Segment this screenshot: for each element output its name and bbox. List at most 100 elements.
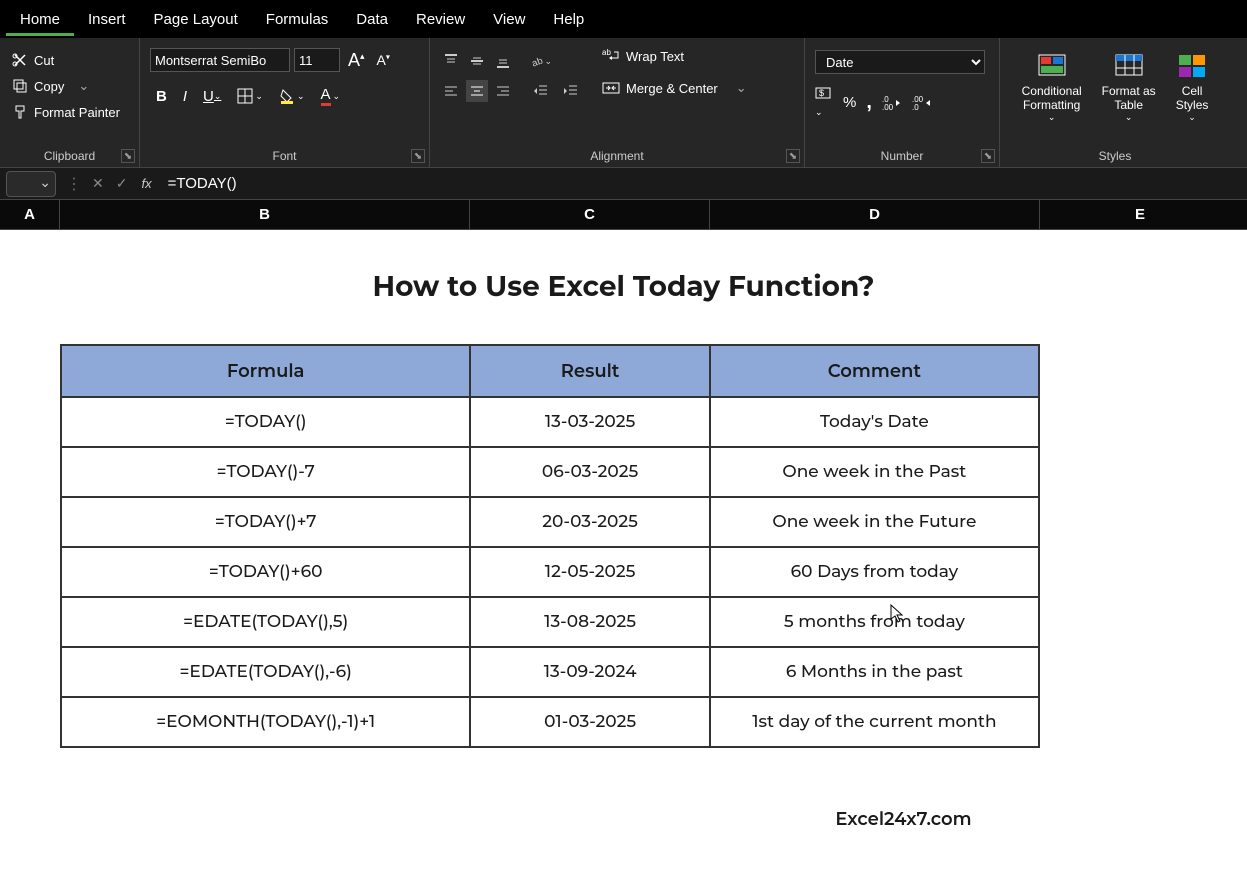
cell-formula[interactable]: =EDATE(TODAY(),-6) xyxy=(61,647,470,697)
align-center-icon[interactable] xyxy=(466,80,488,102)
align-bottom-icon[interactable] xyxy=(492,50,514,72)
sheet-content[interactable]: How to Use Excel Today Function? Formula… xyxy=(0,230,1247,830)
menu-view[interactable]: View xyxy=(479,3,539,36)
cell-result[interactable]: 13-03-2025 xyxy=(470,397,709,447)
formula-input[interactable]: =TODAY() xyxy=(160,175,1247,192)
col-header-a[interactable]: A xyxy=(0,200,60,229)
name-box[interactable] xyxy=(6,171,56,197)
align-middle-icon[interactable] xyxy=(466,50,488,72)
comma-button[interactable]: , xyxy=(866,91,872,114)
cell-result[interactable]: 12-05-2025 xyxy=(470,547,709,597)
cell-formula[interactable]: =TODAY()+60 xyxy=(61,547,470,597)
table-row: =TODAY()-706-03-2025One week in the Past xyxy=(61,447,1039,497)
watermark: Excel24x7.com xyxy=(0,808,1247,830)
align-top-icon[interactable] xyxy=(440,50,462,72)
font-size-select[interactable] xyxy=(294,48,340,72)
cell-formula[interactable]: =TODAY()+7 xyxy=(61,497,470,547)
number-expand-icon[interactable]: ⬊ xyxy=(981,149,995,163)
ribbon-group-styles: Conditional Formatting ⌄ Format as Table… xyxy=(1000,38,1230,167)
decrease-decimal-icon[interactable]: .00.0 xyxy=(912,95,932,111)
font-name-select[interactable] xyxy=(150,48,290,72)
menu-formulas[interactable]: Formulas xyxy=(252,3,343,36)
wrap-text-icon: ab xyxy=(602,48,620,64)
font-expand-icon[interactable]: ⬊ xyxy=(411,149,425,163)
format-as-table-label: Format as Table xyxy=(1102,84,1156,112)
cell-formula[interactable]: =TODAY() xyxy=(61,397,470,447)
col-header-b[interactable]: B xyxy=(60,200,470,229)
decrease-font-icon[interactable]: A▾ xyxy=(373,52,394,68)
alignment-group-label: Alignment xyxy=(440,145,794,165)
menu-page-layout[interactable]: Page Layout xyxy=(140,3,252,36)
copy-button[interactable]: Copy ⌄ xyxy=(10,76,129,96)
accounting-format-icon[interactable]: $ ⌄ xyxy=(815,86,833,119)
cell-result[interactable]: 20-03-2025 xyxy=(470,497,709,547)
cell-formula[interactable]: =EDATE(TODAY(),5) xyxy=(61,597,470,647)
align-left-icon[interactable] xyxy=(440,80,462,102)
cell-comment[interactable]: 5 months from today xyxy=(710,597,1039,647)
cancel-formula-icon[interactable]: ✕ xyxy=(86,175,110,192)
formula-bar: ⋮ ✕ ✓ fx =TODAY() xyxy=(0,168,1247,200)
underline-button[interactable]: U ⌄ xyxy=(197,84,227,109)
clipboard-expand-icon[interactable]: ⬊ xyxy=(121,149,135,163)
format-painter-button[interactable]: Format Painter xyxy=(10,102,129,122)
merge-center-button[interactable]: Merge & Center ⌄ xyxy=(594,76,755,100)
menu-help[interactable]: Help xyxy=(539,3,598,36)
cell-comment[interactable]: One week in the Past xyxy=(710,447,1039,497)
menu-data[interactable]: Data xyxy=(342,3,402,36)
cell-comment[interactable]: Today's Date xyxy=(710,397,1039,447)
col-header-d[interactable]: D xyxy=(710,200,1040,229)
italic-button[interactable]: I xyxy=(177,84,193,109)
table-header-result[interactable]: Result xyxy=(470,345,709,397)
col-header-c[interactable]: C xyxy=(470,200,710,229)
cut-button[interactable]: Cut xyxy=(10,50,129,70)
alignment-expand-icon[interactable]: ⬊ xyxy=(786,149,800,163)
cell-result[interactable]: 06-03-2025 xyxy=(470,447,709,497)
col-header-e[interactable]: E xyxy=(1040,200,1240,229)
menu-insert[interactable]: Insert xyxy=(74,3,140,36)
decrease-indent-icon[interactable] xyxy=(530,80,552,102)
cell-formula[interactable]: =EOMONTH(TODAY(),-1)+1 xyxy=(61,697,470,747)
cell-styles-button[interactable]: Cell Styles ⌄ xyxy=(1170,48,1215,127)
cell-result[interactable]: 01-03-2025 xyxy=(470,697,709,747)
clipboard-group-label: Clipboard xyxy=(10,145,129,165)
ribbon: Cut Copy ⌄ Format Painter Clipboard ⬊ xyxy=(0,38,1247,168)
menu-bar: Home Insert Page Layout Formulas Data Re… xyxy=(0,0,1247,38)
cell-result[interactable]: 13-08-2025 xyxy=(470,597,709,647)
table-row: =TODAY()13-03-2025Today's Date xyxy=(61,397,1039,447)
format-as-table-button[interactable]: Format as Table ⌄ xyxy=(1096,48,1162,127)
table-header-comment[interactable]: Comment xyxy=(710,345,1039,397)
chevron-down-icon: ⌄ xyxy=(1048,112,1056,123)
merge-center-label: Merge & Center xyxy=(626,81,718,96)
increase-font-icon[interactable]: A▴ xyxy=(344,50,369,71)
bold-button[interactable]: B xyxy=(150,84,173,109)
wrap-text-button[interactable]: ab Wrap Text xyxy=(594,44,755,68)
table-header-formula[interactable]: Formula xyxy=(61,345,470,397)
conditional-formatting-label: Conditional Formatting xyxy=(1022,84,1082,112)
fx-icon[interactable]: fx xyxy=(133,176,159,191)
percent-button[interactable]: % xyxy=(843,94,856,111)
align-right-icon[interactable] xyxy=(492,80,514,102)
cell-comment[interactable]: 60 Days from today xyxy=(710,547,1039,597)
increase-decimal-icon[interactable]: .0.00 xyxy=(882,95,902,111)
increase-indent-icon[interactable] xyxy=(560,80,582,102)
conditional-formatting-button[interactable]: Conditional Formatting ⌄ xyxy=(1016,48,1088,127)
fill-color-button[interactable]: ⌄ xyxy=(273,84,311,108)
font-group-label: Font xyxy=(150,145,419,165)
enter-formula-icon[interactable]: ✓ xyxy=(110,175,134,192)
cell-comment[interactable]: One week in the Future xyxy=(710,497,1039,547)
number-format-select[interactable]: Date xyxy=(815,50,985,74)
cell-result[interactable]: 13-09-2024 xyxy=(470,647,709,697)
font-color-button[interactable]: A ⌄ xyxy=(315,82,347,110)
border-button[interactable]: ⌄ xyxy=(231,84,269,108)
chevron-down-icon: ⌄ xyxy=(1125,112,1133,123)
paintbrush-icon xyxy=(12,104,28,120)
cell-formula[interactable]: =TODAY()-7 xyxy=(61,447,470,497)
menu-home[interactable]: Home xyxy=(6,3,74,36)
ribbon-group-number: Date $ ⌄ % , .0.00 .00.0 Number ⬊ xyxy=(805,38,1000,167)
cell-comment[interactable]: 6 Months in the past xyxy=(710,647,1039,697)
ribbon-group-alignment: ab ⌄ xyxy=(430,38,805,167)
menu-review[interactable]: Review xyxy=(402,3,479,36)
orientation-icon[interactable]: ab ⌄ xyxy=(530,50,552,72)
cell-comment[interactable]: 1st day of the current month xyxy=(710,697,1039,747)
ribbon-group-clipboard: Cut Copy ⌄ Format Painter Clipboard ⬊ xyxy=(0,38,140,167)
